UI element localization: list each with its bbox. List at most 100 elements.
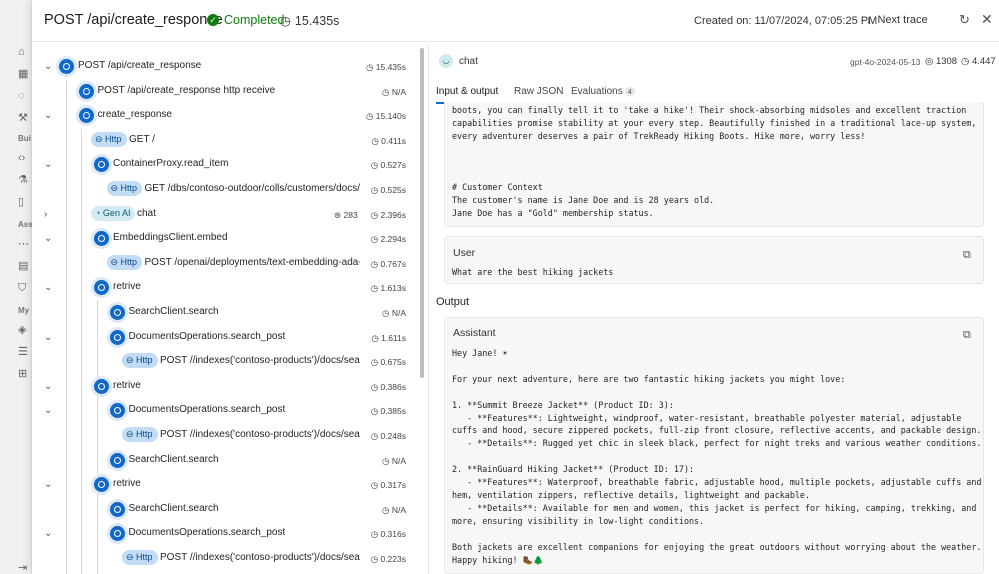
tree-row[interactable]: ⌄ POST /api/create_response ◷ 15.435s xyxy=(32,56,415,80)
arrow-down-icon: ↓ xyxy=(866,14,872,26)
dashboard-icon[interactable]: ▤ xyxy=(18,260,30,272)
span-duration: ◷ 2.294s xyxy=(370,234,406,245)
status-label: Completed xyxy=(224,13,285,27)
tab-input-output[interactable]: Input & output xyxy=(436,86,498,97)
tree-row[interactable]: ⊖ Http POST //indexes('contoso-products')… xyxy=(32,425,415,449)
span-duration: ◷ 0.527s xyxy=(370,160,406,171)
tree-row[interactable]: POST /api/create_response http receive ◷ … xyxy=(32,80,415,105)
tree-row-label: POST //indexes('contoso-products')/docs/… xyxy=(160,429,360,440)
span-duration: ◷ 0.525s xyxy=(370,185,406,195)
next-trace-button[interactable]: ↓ Next trace xyxy=(866,14,928,26)
tree-row[interactable]: ⌄ retrive ◷ 0.386s xyxy=(32,375,415,400)
tree-row[interactable]: ⊖ Http GET /dbs/contoso-outdoor/colls/cus… xyxy=(32,179,415,203)
tree-row-label: retrive xyxy=(113,478,141,490)
shield-icon[interactable]: ⛉ xyxy=(18,282,30,294)
span-node-icon xyxy=(91,474,112,496)
created-on: Created on: 11/07/2024, 07:05:25 PM xyxy=(694,15,878,27)
span-duration: ◷ N/A xyxy=(382,504,406,515)
tab-raw-json[interactable]: Raw JSON xyxy=(514,86,563,97)
tree-row[interactable]: ⌄ DocumentsOperations.search_post ◷ 1.611s xyxy=(32,326,415,351)
wrench-icon[interactable]: ⚒ xyxy=(18,112,30,124)
chevron-down-icon[interactable]: ⌄ xyxy=(44,528,54,539)
span-node-icon xyxy=(106,400,128,422)
span-duration: ◷ 0.675s xyxy=(370,357,406,368)
tree-row[interactable]: ⌄ DocumentsOperations.search_post ◷ 0.316s xyxy=(32,523,415,547)
token-count: ⊛ 283 xyxy=(334,209,358,220)
chevron-down-icon[interactable]: ⌄ xyxy=(44,405,54,416)
model-name: gpt-4o-2024-05-13 xyxy=(850,57,921,67)
span-duration: ◷ 0.385s xyxy=(370,406,406,417)
tree-row[interactable]: SearchClient.search ◷ N/A xyxy=(32,498,415,523)
span-duration: ◷ N/A xyxy=(382,455,406,466)
tree-row-label: GET / xyxy=(129,133,155,145)
chevron-down-icon[interactable]: ⌄ xyxy=(44,332,54,343)
tree-row-label: DocumentsOperations.search_post xyxy=(128,404,286,416)
signout-icon[interactable]: ⇥ xyxy=(18,562,30,574)
system-message-card: boots, you can finally tell it to 'take … xyxy=(444,102,984,227)
home-icon[interactable]: ⌂ xyxy=(18,46,30,58)
tree-row-label: ContainerProxy.read_item xyxy=(113,158,229,170)
span-name: chat xyxy=(459,56,478,67)
chevron-down-icon[interactable]: ⌄ xyxy=(44,159,54,170)
tree-row-label: chat xyxy=(137,207,156,219)
span-node-icon xyxy=(91,228,112,250)
tree-row[interactable]: ⌄ create_response ◷ 15.140s xyxy=(32,105,415,129)
copy-icon[interactable]: ⧉ xyxy=(963,329,977,343)
document-icon[interactable]: ▯ xyxy=(18,196,30,208)
span-node-icon xyxy=(91,154,112,176)
tree-scrollbar[interactable] xyxy=(420,48,424,378)
tab-label: Raw JSON xyxy=(514,86,564,97)
tab-evaluations[interactable]: Evaluations 4 xyxy=(571,86,635,97)
chevron-down-icon[interactable]: ⌄ xyxy=(44,233,54,244)
chevron-down-icon[interactable]: ⌄ xyxy=(44,381,54,392)
tree-row[interactable]: ⊖ Http POST //indexes('contoso-products')… xyxy=(32,548,415,572)
span-duration: ◷ 0.223s xyxy=(370,554,406,564)
chevron-down-icon[interactable]: ⌄ xyxy=(44,479,54,490)
tab-label: Input & output xyxy=(436,86,499,97)
copy-icon[interactable]: ⧉ xyxy=(963,249,977,263)
trace-title: POST /api/create_response xyxy=(44,12,223,28)
code-icon[interactable]: ‹› xyxy=(18,152,30,164)
tree-row[interactable]: › ◔ Gen AI chat ⊛ 283 ◷ 2.396s xyxy=(32,204,415,228)
tree-row-label: POST /api/create_response http receive xyxy=(97,84,276,96)
tree-row[interactable]: SearchClient.search ◷ N/A xyxy=(32,302,415,326)
span-node-icon xyxy=(56,56,77,77)
tree-row[interactable]: SearchClient.search ◷ N/A xyxy=(32,449,415,474)
status-badge: ✓ Completed xyxy=(207,13,284,27)
tree-row[interactable]: ⌄ ContainerProxy.read_item ◷ 0.527s xyxy=(32,154,415,178)
chevron-down-icon[interactable]: ⌄ xyxy=(44,282,54,293)
tree-row[interactable]: ⌄ retrive ◷ 0.317s xyxy=(32,474,415,498)
cube-icon[interactable]: ◈ xyxy=(18,324,30,336)
tree-row[interactable]: ⌄ retrive ◷ 1.613s xyxy=(32,277,415,301)
tree-row[interactable]: ⌄ EmbeddingsClient.embed ◷ 2.294s xyxy=(32,228,415,252)
span-node-icon xyxy=(106,326,128,348)
chevron-down-icon[interactable]: ⌄ xyxy=(44,110,54,121)
catalog-icon[interactable]: ▦ xyxy=(18,68,30,80)
chevron-right-icon[interactable]: › xyxy=(44,209,54,220)
tree-row[interactable]: ⊖ Http POST /openai/deployments/text-embe… xyxy=(32,253,415,277)
chat-icon[interactable]: ◌ xyxy=(18,90,30,102)
span-node-icon xyxy=(75,80,97,102)
tree-row-label: POST /api/create_response xyxy=(78,60,202,71)
span-duration: ◷ N/A xyxy=(382,86,406,97)
tree-row-label: EmbeddingsClient.embed xyxy=(113,232,228,244)
tree-row[interactable]: ⊖ Http GET / ◷ 0.411s xyxy=(32,130,415,154)
span-node-icon xyxy=(106,302,128,323)
tree-row[interactable]: ⊖ Http POST //indexes('contoso-products')… xyxy=(32,351,415,375)
chevron-down-icon[interactable]: ⌄ xyxy=(44,61,54,72)
span-node-icon xyxy=(106,498,128,520)
apps-icon[interactable]: ⊞ xyxy=(18,368,30,380)
database-icon[interactable]: ☰ xyxy=(18,346,30,358)
tracing-icon[interactable]: ⋯ xyxy=(18,238,30,250)
refresh-icon[interactable]: ↻ xyxy=(959,12,970,28)
span-duration: ◷ 2.396s xyxy=(370,209,406,220)
check-icon: ✓ xyxy=(207,14,219,26)
tree-row[interactable]: ⌄ DocumentsOperations.search_post ◷ 0.385s xyxy=(32,400,415,424)
time-value: 4.447 xyxy=(971,56,996,67)
span-duration: ◷ 1.613s xyxy=(370,283,406,294)
http-badge: ⊖ Http xyxy=(106,254,143,270)
http-badge: ⊖ Http xyxy=(106,181,143,196)
close-icon[interactable]: ✕ xyxy=(981,11,993,28)
http-badge: ⊖ Http xyxy=(91,131,127,147)
flask-icon[interactable]: ⚗ xyxy=(18,174,30,186)
